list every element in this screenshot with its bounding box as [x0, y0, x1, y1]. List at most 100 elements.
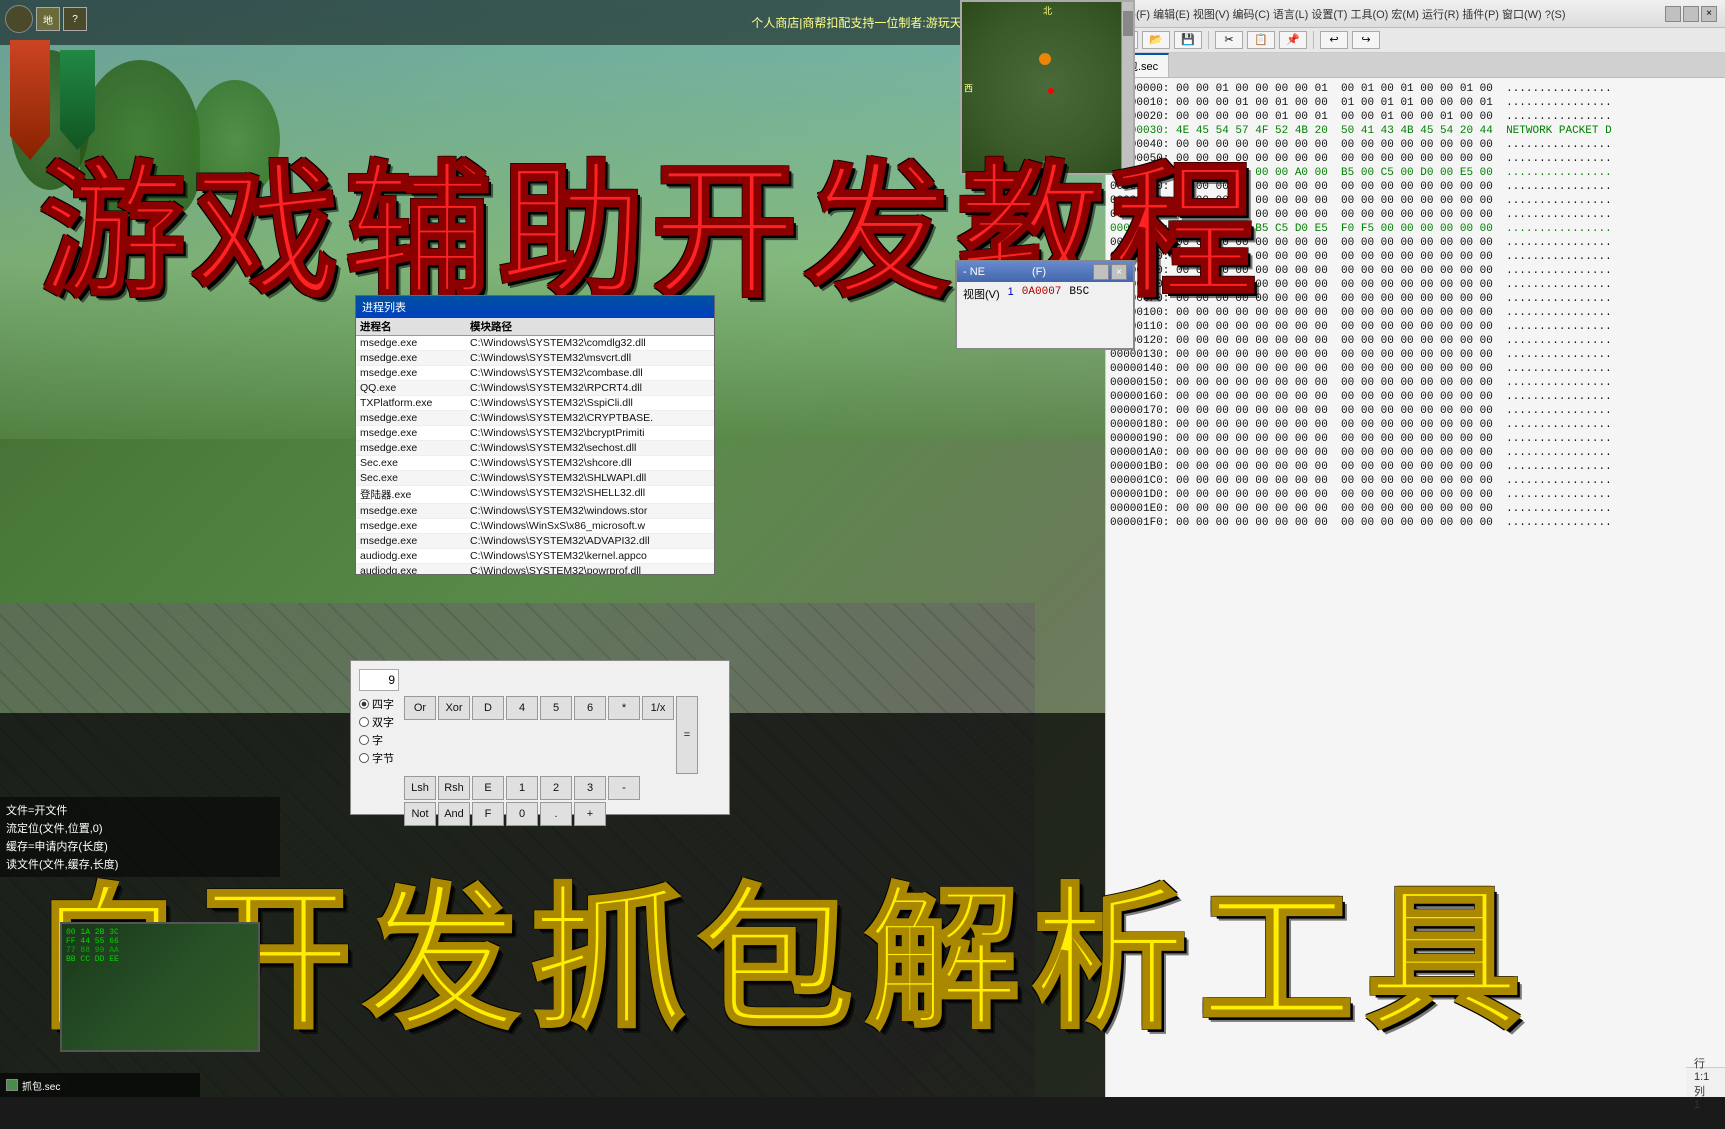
- radio-label-char: 字: [372, 732, 383, 748]
- hex-line-30: 000001D0: 00 00 00 00 00 00 00 00 00 00 …: [1110, 488, 1721, 502]
- toolbar-copy[interactable]: 📋: [1247, 31, 1275, 49]
- table-row[interactable]: msedge.exeC:\Windows\SYSTEM32\msvcrt.dll: [356, 351, 714, 366]
- hud-char-btn[interactable]: ?: [63, 7, 87, 31]
- toolbar-cut[interactable]: ✂: [1215, 31, 1243, 49]
- btn-0[interactable]: 0: [506, 802, 538, 826]
- table-row[interactable]: TXPlatform.exeC:\Windows\SYSTEM32\SspiCl…: [356, 396, 714, 411]
- hex-line-27: 000001A0: 00 00 00 00 00 00 00 00 00 00 …: [1110, 446, 1721, 460]
- table-row[interactable]: msedge.exeC:\Windows\SYSTEM32\combase.dl…: [356, 366, 714, 381]
- process-window-title: 进程列表: [356, 296, 714, 318]
- radio-item-double-char[interactable]: 双字: [359, 714, 394, 730]
- app-icon: [6, 1079, 18, 1091]
- hex-line-4: 00000030: 4E 45 54 57 4F 52 4B 20 50 41 …: [1110, 124, 1721, 138]
- btn-dot[interactable]: .: [540, 802, 572, 826]
- table-row[interactable]: msedge.exeC:\Windows\SYSTEM32\sechost.dl…: [356, 441, 714, 456]
- table-row[interactable]: msedge.exeC:\Windows\SYSTEM32\ADVAPI32.d…: [356, 534, 714, 549]
- hex-line-1: 00000000: 00 00 01 00 00 00 00 01 00 01 …: [1110, 82, 1721, 96]
- thumbnail-inner: 00 1A 2B 3C FF 44 55 66 77 88 99 AA BB C…: [62, 924, 258, 1050]
- toolbar-paste[interactable]: 📌: [1279, 31, 1307, 49]
- toolbar-save[interactable]: 💾: [1174, 31, 1202, 49]
- btn-and[interactable]: And: [438, 802, 470, 826]
- btn-plus[interactable]: +: [574, 802, 606, 826]
- hud-icon-1: [5, 5, 33, 33]
- btn-e[interactable]: E: [472, 776, 504, 800]
- table-row[interactable]: audiodg.exeC:\Windows\SYSTEM32\kernel.ap…: [356, 549, 714, 564]
- table-row[interactable]: 登陆器.exeC:\Windows\SYSTEM32\SHELL32.dll: [356, 486, 714, 504]
- btn-3[interactable]: 3: [574, 776, 606, 800]
- btn-6[interactable]: 6: [574, 696, 606, 720]
- hex-line-5: 00000040: 00 00 00 00 00 00 00 00 00 00 …: [1110, 138, 1721, 152]
- radio-item-byte[interactable]: 字节: [359, 750, 394, 766]
- hex-line-22: 00000150: 00 00 00 00 00 00 00 00 00 00 …: [1110, 376, 1721, 390]
- btn-or[interactable]: Or: [404, 696, 436, 720]
- calc-row-3: Not And F 0 . +: [404, 802, 721, 826]
- radio-label-byte: 字节: [372, 750, 394, 766]
- toolbar: 📄 📂 💾 ✂ 📋 📌 ↩ ↪: [1106, 28, 1725, 53]
- col-header-path: 模块路径: [470, 319, 710, 334]
- app-bar: 抓包.sec: [0, 1073, 200, 1097]
- btn-4[interactable]: 4: [506, 696, 538, 720]
- map-marker-orange: [1039, 53, 1051, 65]
- radio-item-char[interactable]: 字: [359, 732, 394, 748]
- table-row[interactable]: Sec.exeC:\Windows\SYSTEM32\SHLWAPI.dll: [356, 471, 714, 486]
- btn-equals[interactable]: =: [676, 696, 698, 774]
- ne-minimize-btn[interactable]: [1093, 264, 1109, 280]
- btn-1[interactable]: 1: [506, 776, 538, 800]
- app-minimize-btn[interactable]: [1665, 6, 1681, 22]
- table-row[interactable]: msedge.exeC:\Windows\WinSxS\x86_microsof…: [356, 519, 714, 534]
- btn-d[interactable]: D: [472, 696, 504, 720]
- calc-buttons: Or Xor D 4 5 6 * 1/x = Lsh Rsh E 1 2 3 -: [404, 696, 721, 826]
- radio-circle-byte: [359, 753, 369, 763]
- calc-input[interactable]: [359, 669, 399, 691]
- btn-2[interactable]: 2: [540, 776, 572, 800]
- table-row[interactable]: QQ.exeC:\Windows\SYSTEM32\RPCRT4.dll: [356, 381, 714, 396]
- app-close-btn[interactable]: ×: [1701, 6, 1717, 22]
- ne-title-text: - NE: [963, 266, 985, 278]
- hex-line-20: 00000130: 00 00 00 00 00 00 00 00 00 00 …: [1110, 348, 1721, 362]
- radio-circle-four: [359, 699, 369, 709]
- btn-lsh[interactable]: Lsh: [404, 776, 436, 800]
- ne-close-btn[interactable]: ×: [1111, 264, 1127, 280]
- btn-inv[interactable]: 1/x: [642, 696, 674, 720]
- toolbar-open[interactable]: 📂: [1142, 31, 1170, 49]
- process-window-title-text: 进程列表: [362, 299, 406, 315]
- btn-mul[interactable]: *: [608, 696, 640, 720]
- hud-line-1: 文件=开文件: [6, 801, 274, 819]
- app-title-bar: 文件(F) 编辑(E) 视图(V) 编码(C) 语言(L) 设置(T) 工具(O…: [1106, 0, 1725, 28]
- hud-line-3: 缓存=申请内存(长度): [6, 837, 274, 855]
- app-maximize-btn[interactable]: [1683, 6, 1699, 22]
- table-row[interactable]: msedge.exeC:\Windows\SYSTEM32\windows.st…: [356, 504, 714, 519]
- table-row[interactable]: msedge.exeC:\Windows\SYSTEM32\bcryptPrim…: [356, 426, 714, 441]
- btn-xor[interactable]: Xor: [438, 696, 470, 720]
- ne-title-bar: - NE (F) ×: [957, 262, 1133, 282]
- btn-rsh[interactable]: Rsh: [438, 776, 470, 800]
- hex-line-3: 00000020: 00 00 00 00 00 01 00 01 00 00 …: [1110, 110, 1721, 124]
- table-row[interactable]: msedge.exeC:\Windows\SYSTEM32\comdlg32.d…: [356, 336, 714, 351]
- hex-line-28: 000001B0: 00 00 00 00 00 00 00 00 00 00 …: [1110, 460, 1721, 474]
- toolbar-undo[interactable]: ↩: [1320, 31, 1348, 49]
- calc-row-2: Lsh Rsh E 1 2 3 -: [404, 776, 721, 800]
- app-title-text: 文件(F) 编辑(E) 视图(V) 编码(C) 语言(L) 设置(T) 工具(O…: [1114, 6, 1566, 22]
- status-bar: 行 1:1 列 1 选择的字节 54 55 字节 ANSI CR+LF INS …: [1686, 1067, 1725, 1097]
- hex-line-21: 00000140: 00 00 00 00 00 00 00 00 00 00 …: [1110, 362, 1721, 376]
- thumbnail-preview: 00 1A 2B 3C FF 44 55 66 77 88 99 AA BB C…: [60, 922, 260, 1052]
- hex-line-18: 00000110: 00 00 00 00 00 00 00 00 00 00 …: [1110, 320, 1721, 334]
- radio-circle-double: [359, 717, 369, 727]
- ne-number: 1: [1008, 286, 1014, 302]
- table-row[interactable]: msedge.exeC:\Windows\SYSTEM32\CRYPTBASE.: [356, 411, 714, 426]
- hex-line-31: 000001E0: 00 00 00 00 00 00 00 00 00 00 …: [1110, 502, 1721, 516]
- btn-5[interactable]: 5: [540, 696, 572, 720]
- ne-view-label: 视图(V): [963, 286, 1000, 302]
- ne-window: - NE (F) × 视图(V) 1 0A0007 B5C: [955, 260, 1135, 350]
- btn-f[interactable]: F: [472, 802, 504, 826]
- toolbar-redo[interactable]: ↪: [1352, 31, 1380, 49]
- btn-not[interactable]: Not: [404, 802, 436, 826]
- table-row[interactable]: Sec.exeC:\Windows\SYSTEM32\shcore.dll: [356, 456, 714, 471]
- ne-hex2: B5C: [1069, 286, 1089, 302]
- btn-minus[interactable]: -: [608, 776, 640, 800]
- radio-item-four-char[interactable]: 四字: [359, 696, 394, 712]
- radio-circle-char: [359, 735, 369, 745]
- hud-map-btn[interactable]: 地: [36, 7, 60, 31]
- process-rows-container: msedge.exeC:\Windows\SYSTEM32\comdlg32.d…: [356, 336, 714, 575]
- table-row[interactable]: audiodg.exeC:\Windows\SYSTEM32\powrprof.…: [356, 564, 714, 575]
